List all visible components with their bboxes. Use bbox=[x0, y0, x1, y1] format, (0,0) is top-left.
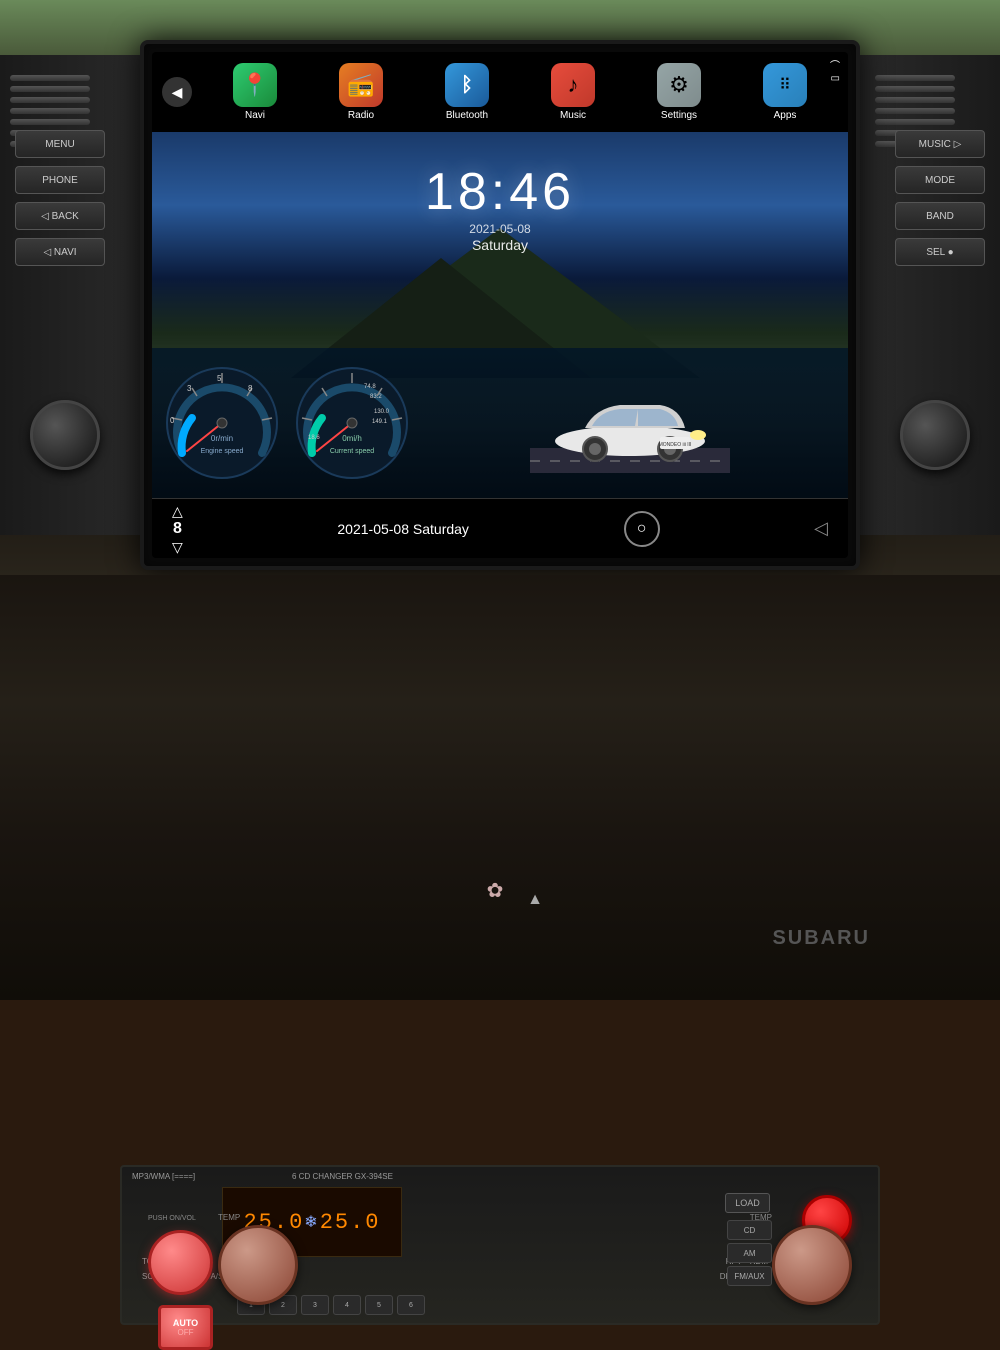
nav-date-display: 2021-05-08 Saturday bbox=[337, 521, 469, 537]
svg-text:Engine speed: Engine speed bbox=[201, 448, 244, 455]
music-app-icon[interactable]: ♪ Music bbox=[551, 63, 595, 121]
left-temp-knob[interactable] bbox=[218, 1225, 298, 1305]
car-interior: MENU PHONE ◁ BACK ◁ NAVI MUSIC ▷ MODE BA… bbox=[0, 0, 1000, 1000]
day-display: Saturday bbox=[152, 237, 848, 253]
nav-down-button[interactable]: ▽ bbox=[172, 540, 183, 554]
nav-number: 8 bbox=[173, 520, 182, 538]
main-screen: ◀ ⌒ ▭ 📍 Navi 📻 Radio ᛒ bbox=[152, 52, 848, 558]
music-label: Music bbox=[560, 110, 586, 121]
app-bar: ◀ ⌒ ▭ 📍 Navi 📻 Radio ᛒ bbox=[152, 52, 848, 132]
time-display: 18:46 bbox=[152, 162, 848, 222]
engine-gauge-svg: 5 3 0 8 0r/min Engine speed bbox=[162, 363, 282, 483]
nav-back-button[interactable]: ◁ bbox=[814, 518, 828, 539]
bluetooth-label: Bluetooth bbox=[446, 110, 488, 121]
cd-mp3-label: MP3/WMA [====] bbox=[132, 1172, 195, 1181]
music-button[interactable]: MUSIC ▷ bbox=[895, 130, 985, 158]
speed-gauge-svg: 74.8 83.2 18.6 130.0 149.1 0mi/h Current… bbox=[292, 363, 412, 483]
band-button[interactable]: BAND bbox=[895, 202, 985, 230]
svg-text:0: 0 bbox=[170, 416, 175, 425]
car-image: MONDEO iii III bbox=[422, 363, 838, 483]
svg-text:149.1: 149.1 bbox=[372, 419, 388, 425]
preset-4[interactable]: 4 bbox=[333, 1295, 361, 1315]
svg-text:130.0: 130.0 bbox=[374, 409, 390, 415]
preset-6[interactable]: 6 bbox=[397, 1295, 425, 1315]
engine-speed-gauge: 5 3 0 8 0r/min Engine speed bbox=[162, 363, 282, 483]
nav-up-button[interactable]: △ bbox=[172, 504, 183, 518]
fm-aux-source-btn[interactable]: FM/AUX bbox=[727, 1266, 772, 1286]
right-temp-knob[interactable] bbox=[772, 1225, 852, 1305]
auto-label: AUTO bbox=[173, 1318, 198, 1328]
svg-text:0r/min: 0r/min bbox=[211, 434, 233, 443]
right-control-panel: MUSIC ▷ MODE BAND SEL ● bbox=[875, 130, 985, 274]
svg-text:Current speed: Current speed bbox=[330, 448, 374, 455]
apps-app-icon[interactable]: ⠿ Apps bbox=[763, 63, 807, 121]
push-vol-label: PUSH ON/VOL bbox=[148, 1215, 196, 1222]
svg-text:3: 3 bbox=[187, 384, 192, 393]
back-button[interactable]: ◁ BACK bbox=[15, 202, 105, 230]
preset-3[interactable]: 3 bbox=[301, 1295, 329, 1315]
apps-label: Apps bbox=[774, 110, 797, 121]
date-display: 2021-05-08 bbox=[152, 222, 848, 236]
phone-button[interactable]: PHONE bbox=[15, 166, 105, 194]
wifi-icon: ⌒ bbox=[830, 57, 840, 72]
navi-button[interactable]: ◁ NAVI bbox=[15, 238, 105, 266]
temp-ac-icon: ❄ bbox=[304, 1212, 319, 1232]
svg-text:MONDEO iii III: MONDEO iii III bbox=[659, 442, 692, 448]
svg-text:18.6: 18.6 bbox=[308, 435, 320, 441]
navi-app-icon[interactable]: 📍 Navi bbox=[233, 63, 277, 121]
cd-source-btn[interactable]: CD bbox=[727, 1220, 772, 1240]
off-label: OFF bbox=[178, 1328, 194, 1337]
status-icons: ⌒ ▭ bbox=[830, 57, 840, 84]
radio-label: Radio bbox=[348, 110, 374, 121]
wallpaper: 18:46 2021-05-08 Saturday bbox=[152, 132, 848, 498]
screen-bezel: ◀ ⌒ ▭ 📍 Navi 📻 Radio ᛒ bbox=[140, 40, 860, 570]
svg-text:0mi/h: 0mi/h bbox=[342, 434, 362, 443]
sel-button[interactable]: SEL ● bbox=[895, 238, 985, 266]
settings-icon: ⚙ bbox=[657, 63, 701, 107]
music-icon: ♪ bbox=[551, 63, 595, 107]
right-volume-knob[interactable] bbox=[900, 400, 970, 470]
radio-app-icon[interactable]: 📻 Radio bbox=[339, 63, 383, 121]
temp-right-display: 25.0 bbox=[320, 1210, 381, 1235]
svg-text:5: 5 bbox=[217, 374, 222, 383]
svg-text:83.2: 83.2 bbox=[370, 394, 382, 400]
battery-icon: ▭ bbox=[831, 73, 840, 84]
subaru-logo: SUBARU bbox=[772, 927, 870, 950]
app-icons-row: 📍 Navi 📻 Radio ᛒ Bluetooth ♪ Music bbox=[202, 63, 838, 121]
gauge-section: 5 3 0 8 0r/min Engine speed bbox=[152, 348, 848, 498]
nav-up-down-controls: △ 8 ▽ bbox=[172, 504, 183, 554]
speed-gauge: 74.8 83.2 18.6 130.0 149.1 0mi/h Current… bbox=[292, 363, 412, 483]
radio-icon: 📻 bbox=[339, 63, 383, 107]
bottom-nav-bar: △ 8 ▽ 2021-05-08 Saturday ○ ◁ bbox=[152, 498, 848, 558]
settings-app-icon[interactable]: ⚙ Settings bbox=[657, 63, 701, 121]
navi-label: Navi bbox=[245, 110, 265, 121]
media-source-buttons: CD AM FM/AUX bbox=[727, 1220, 772, 1286]
left-control-panel: MENU PHONE ◁ BACK ◁ NAVI bbox=[15, 130, 125, 274]
car-svg: MONDEO iii III bbox=[530, 373, 730, 473]
preset-5[interactable]: 5 bbox=[365, 1295, 393, 1315]
nav-home-button[interactable]: ○ bbox=[624, 511, 660, 547]
load-button[interactable]: LOAD bbox=[725, 1193, 770, 1213]
am-source-btn[interactable]: AM bbox=[727, 1243, 772, 1263]
push-vol-knob[interactable] bbox=[148, 1230, 213, 1295]
navi-icon: 📍 bbox=[233, 63, 277, 107]
screen-back-button[interactable]: ◀ bbox=[162, 77, 192, 107]
fan-icon[interactable]: ✿ bbox=[480, 875, 510, 905]
temp-label-left: TEMP bbox=[218, 1213, 240, 1222]
svg-text:74.8: 74.8 bbox=[364, 384, 376, 390]
apps-icon: ⠿ bbox=[763, 63, 807, 107]
settings-label: Settings bbox=[661, 110, 697, 121]
mode-button[interactable]: MODE bbox=[895, 166, 985, 194]
auto-off-button[interactable]: AUTO OFF bbox=[158, 1305, 213, 1350]
menu-button[interactable]: MENU bbox=[15, 130, 105, 158]
cd-changer-label: 6 CD CHANGER GX-394SE bbox=[292, 1172, 393, 1181]
fan-up-button[interactable]: ▲ bbox=[520, 890, 550, 910]
left-volume-knob[interactable] bbox=[30, 400, 100, 470]
lower-dashboard: MP3/WMA [====] 6 CD CHANGER GX-394SE 25.… bbox=[0, 575, 1000, 1000]
svg-text:8: 8 bbox=[248, 384, 253, 393]
bluetooth-icon: ᛒ bbox=[445, 63, 489, 107]
bluetooth-app-icon[interactable]: ᛒ Bluetooth bbox=[445, 63, 489, 121]
